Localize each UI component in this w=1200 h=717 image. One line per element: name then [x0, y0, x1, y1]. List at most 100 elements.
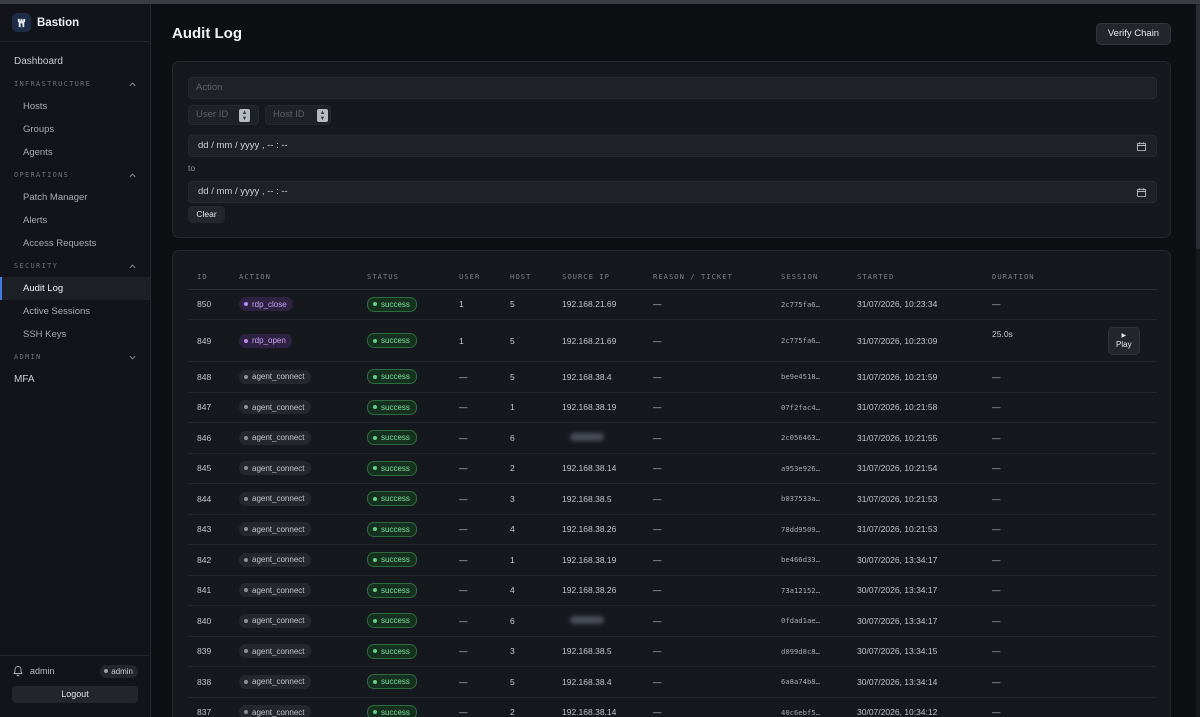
- table-row[interactable]: 849 rdp_open success 1 5 192.168.21.69—2c775f…: [188, 319, 1157, 362]
- user-id-input[interactable]: User ID ▲ ▼: [188, 105, 259, 125]
- cell-session[interactable]: 73a12152…: [772, 575, 848, 606]
- cell-source-ip: 192.168.21.69: [553, 289, 644, 320]
- cell-host: 5: [501, 361, 553, 393]
- table-row[interactable]: 841 agent_connect success —4 192.168.38.26—7…: [188, 575, 1157, 606]
- col-header-duration[interactable]: DURATION: [983, 265, 1157, 290]
- cell-status: success: [358, 392, 450, 423]
- table-row[interactable]: 850 rdp_close success 1 5 192.168.21.69—2c775…: [188, 289, 1157, 320]
- cell-session[interactable]: d099d8c8…: [772, 636, 848, 667]
- col-header-user[interactable]: USER: [450, 265, 501, 290]
- cell-reason: —: [644, 453, 772, 484]
- action-dot: [244, 435, 248, 440]
- table-row[interactable]: 842 agent_connect success —1 192.168.38.19— b…: [188, 544, 1157, 576]
- col-header-source-ip[interactable]: SOURCE IP: [553, 265, 644, 290]
- action-badge: agent_connect: [239, 430, 311, 445]
- section-admin[interactable]: ADMIN: [0, 346, 150, 368]
- cell-id: 850: [188, 289, 230, 320]
- cell-user: —: [450, 483, 501, 515]
- cell-reason: —: [644, 319, 772, 362]
- action-badge: agent_connect: [239, 461, 311, 476]
- stepper-icon[interactable]: ▲ ▼: [317, 109, 328, 122]
- cell-started: 30/07/2026, 13:34:17: [848, 575, 983, 606]
- status-badge: success: [367, 460, 417, 476]
- date-to-value: dd / mm / yyyy , -- : --: [198, 186, 288, 197]
- cell-started: 30/07/2026, 10:34:12: [848, 697, 983, 717]
- action-filter-input[interactable]: Action: [188, 77, 1157, 99]
- table-row[interactable]: 843 agent_connect success —4 192.168.38.26—7…: [188, 514, 1157, 545]
- sidebar-item-patch-manager[interactable]: Patch Manager: [0, 186, 150, 209]
- verify-chain-button[interactable]: Verify Chain: [1096, 23, 1171, 45]
- stepper-icon[interactable]: ▲ ▼: [239, 109, 250, 122]
- calendar-icon[interactable]: [1136, 187, 1147, 198]
- table-row[interactable]: 845 agent_connect success —2 192.168.38.14— a…: [188, 453, 1157, 484]
- calendar-icon[interactable]: [1136, 141, 1147, 152]
- play-button[interactable]: ▶ Play: [1107, 326, 1140, 355]
- date-from-input[interactable]: dd / mm / yyyy , -- : --: [188, 135, 1157, 157]
- section-operations[interactable]: OPERATIONS: [0, 164, 150, 186]
- sidebar-item-agents[interactable]: Agents: [0, 141, 150, 164]
- table-row[interactable]: 848 agent_connect success —5 192.168.38.4— be…: [188, 361, 1157, 393]
- sidebar-item-mfa[interactable]: MFA: [0, 368, 150, 391]
- status-label: success: [381, 555, 410, 565]
- cell-session[interactable]: 2c056463…: [772, 422, 848, 454]
- sidebar-footer: admin admin Logout: [0, 655, 150, 717]
- bell-icon[interactable]: [12, 665, 24, 677]
- sidebar-item-access-requests[interactable]: Access Requests: [0, 232, 150, 255]
- col-header-session[interactable]: SESSION: [772, 265, 848, 290]
- cell-session[interactable]: be466d33…: [772, 544, 848, 576]
- table-row[interactable]: 840 agent_connect success —6—0fdad1ae… 30/07…: [188, 605, 1157, 637]
- sidebar-item-active-sessions[interactable]: Active Sessions: [0, 300, 150, 323]
- cell-session[interactable]: 78dd9509…: [772, 514, 848, 545]
- scrollbar-thumb[interactable]: [1196, 4, 1200, 249]
- logout-button[interactable]: Logout: [12, 686, 138, 703]
- cell-session[interactable]: 0fdad1ae…: [772, 605, 848, 637]
- cell-session[interactable]: b037533a…: [772, 483, 848, 515]
- section-infrastructure[interactable]: INFRASTRUCTURE: [0, 73, 150, 95]
- col-header-action[interactable]: ACTION: [230, 265, 358, 290]
- cell-duration: —: [983, 422, 1157, 454]
- col-header-status[interactable]: STATUS: [358, 265, 450, 290]
- cell-action: agent_connect: [230, 514, 358, 545]
- col-header-host[interactable]: HOST: [501, 265, 553, 290]
- table-row[interactable]: 844 agent_connect success —3 192.168.38.5— b0…: [188, 483, 1157, 515]
- sidebar-item-hosts[interactable]: Hosts: [0, 95, 150, 118]
- brand-name: Bastion: [37, 16, 80, 29]
- sidebar-item-audit-log[interactable]: Audit Log: [0, 277, 150, 300]
- status-dot: [373, 302, 377, 307]
- section-security[interactable]: SECURITY: [0, 255, 150, 277]
- col-header-started[interactable]: STARTED: [848, 265, 983, 290]
- cell-id: 837: [188, 697, 230, 717]
- table-row[interactable]: 846 agent_connect success —6—2c056463… 31/07…: [188, 422, 1157, 454]
- cell-duration: —: [983, 483, 1157, 515]
- action-badge: agent_connect: [239, 552, 311, 567]
- col-header-reason[interactable]: REASON / TICKET: [644, 265, 772, 290]
- col-header-id[interactable]: ID: [188, 265, 230, 290]
- table-row[interactable]: 837 agent_connect success —2 192.168.38.14—4…: [188, 697, 1157, 717]
- status-label: success: [381, 677, 410, 687]
- cell-started: 31/07/2026, 10:21:58: [848, 392, 983, 423]
- duration-value: —: [992, 554, 1001, 565]
- brand[interactable]: Bastion: [0, 4, 150, 42]
- table-row[interactable]: 838 agent_connect success —5 192.168.38.4—6a…: [188, 666, 1157, 698]
- cell-session[interactable]: be9e4518…: [772, 361, 848, 393]
- duration-value: —: [992, 676, 1001, 687]
- status-badge: success: [367, 704, 417, 717]
- host-id-input[interactable]: Host ID ▲ ▼: [265, 105, 331, 125]
- sidebar-item-dashboard[interactable]: Dashboard: [0, 50, 150, 73]
- cell-session[interactable]: 2c775fa6…: [772, 289, 848, 320]
- cell-session[interactable]: a953e926…: [772, 453, 848, 484]
- cell-session[interactable]: 40c6ebf5…: [772, 697, 848, 717]
- date-to-input[interactable]: dd / mm / yyyy , -- : --: [188, 181, 1157, 203]
- sidebar-item-ssh-keys[interactable]: SSH Keys: [0, 323, 150, 346]
- action-badge: rdp_close: [239, 297, 293, 312]
- table-row[interactable]: 847 agent_connect success —1 192.168.38.19—0…: [188, 392, 1157, 423]
- chevron-down-icon: [129, 355, 136, 360]
- cell-session[interactable]: 2c775fa6…: [772, 319, 848, 362]
- sidebar-item-groups[interactable]: Groups: [0, 118, 150, 141]
- main-scrollbar[interactable]: [1196, 4, 1200, 717]
- cell-session[interactable]: 07f2fac4…: [772, 392, 848, 423]
- cell-session[interactable]: 6a8a74b8…: [772, 666, 848, 698]
- clear-button[interactable]: Clear: [188, 206, 225, 223]
- table-row[interactable]: 839 agent_connect success —3 192.168.38.5— d0…: [188, 636, 1157, 667]
- sidebar-item-alerts[interactable]: Alerts: [0, 209, 150, 232]
